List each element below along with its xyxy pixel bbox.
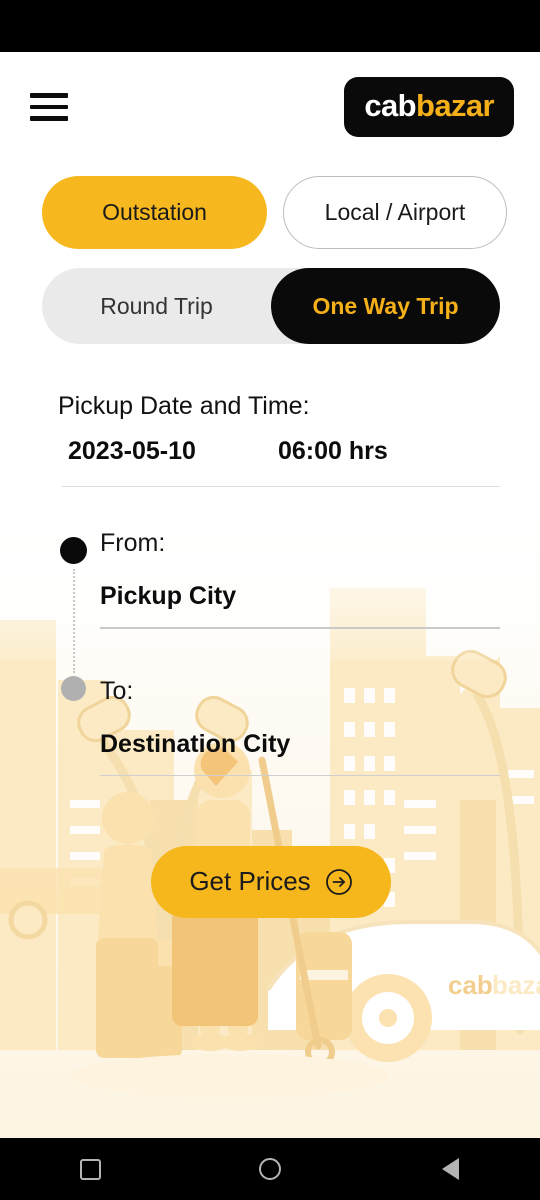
route-markers (54, 537, 94, 707)
logo-text-bazar: bazar (416, 88, 495, 123)
pickup-date-field[interactable]: 2023-05-10 (68, 437, 278, 466)
destination-city-input[interactable]: Destination City (100, 730, 500, 759)
back-triangle-icon[interactable] (415, 1138, 485, 1200)
origin-dot-icon (60, 537, 87, 565)
pickup-city-input[interactable]: Pickup City (100, 582, 500, 611)
booking-form: Pickup Date and Time: 2023-05-10 06:00 h… (0, 392, 540, 918)
datetime-divider (62, 486, 500, 488)
to-label: To: (100, 676, 134, 705)
tab-outstation[interactable]: Outstation (42, 176, 267, 249)
from-label: From: (100, 529, 166, 558)
cta-container: Get Prices (42, 845, 500, 918)
pickup-datetime-row: 2023-05-10 06:00 hrs (42, 437, 500, 466)
cabbazar-logo[interactable]: cab bazar (344, 77, 514, 137)
service-type-tabs: Outstation Local / Airport (0, 162, 540, 249)
route-fields: From: Pickup City To: Destination City (42, 529, 500, 776)
pickup-datetime-label: Pickup Date and Time: (58, 392, 310, 420)
get-prices-button[interactable]: Get Prices (151, 845, 391, 918)
logo-text-cab: cab (364, 88, 417, 123)
get-prices-label: Get Prices (189, 866, 311, 897)
tab-local-airport[interactable]: Local / Airport (283, 176, 507, 249)
system-navigation-bar (0, 1138, 540, 1200)
phone-screen: cab bazar (0, 0, 540, 1200)
to-field-group: To: Destination City (42, 677, 500, 776)
from-field-group: From: Pickup City (42, 529, 500, 629)
from-underline (100, 627, 500, 629)
app-content: cab bazar Outstation Local / Airport Roun… (0, 52, 540, 1138)
hamburger-menu-icon[interactable] (30, 85, 74, 129)
route-connector-line (73, 569, 75, 674)
trip-type-toggle: Round Trip One Way Trip (42, 268, 500, 344)
destination-dot-icon (61, 676, 86, 702)
home-circle-icon[interactable] (235, 1138, 305, 1200)
app-header: cab bazar (0, 52, 540, 162)
trip-type-one-way[interactable]: One Way Trip (271, 268, 500, 344)
recents-square-icon[interactable] (55, 1138, 125, 1200)
trip-type-round[interactable]: Round Trip (42, 268, 271, 344)
pickup-time-field[interactable]: 06:00 hrs (278, 437, 388, 466)
to-underline (100, 774, 500, 776)
status-bar (0, 0, 540, 52)
arrow-right-circle-icon (325, 868, 353, 896)
